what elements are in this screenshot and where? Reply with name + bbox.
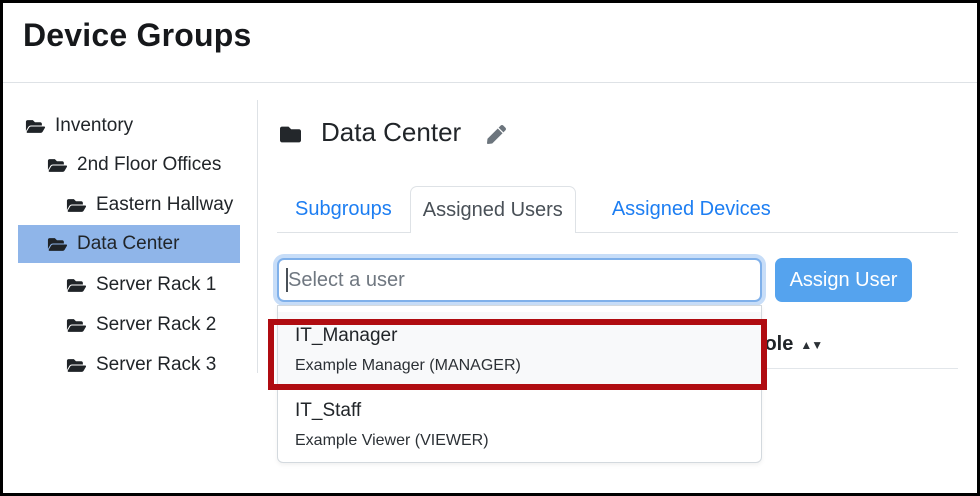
sidebar-item-label: Server Rack 3 (96, 354, 216, 376)
folder-open-icon (25, 118, 46, 135)
group-header: Data Center (278, 117, 506, 148)
folder-open-icon (66, 317, 87, 334)
header-divider (3, 82, 977, 83)
sort-arrows-icon: ▲▼ (800, 338, 822, 352)
tab-assigned-users[interactable]: Assigned Users (410, 186, 576, 233)
folder-icon (278, 124, 303, 145)
assign-user-button[interactable]: Assign User (775, 258, 912, 302)
sidebar-divider (257, 100, 258, 373)
tab-assigned-devices[interactable]: Assigned Devices (594, 186, 789, 232)
dropdown-item-it-manager[interactable]: IT_Manager Example Manager (MANAGER) (278, 312, 761, 387)
sidebar-item-data-center[interactable]: Data Center (18, 225, 240, 263)
sidebar-item-label: Inventory (55, 115, 133, 137)
sidebar-item-2nd-floor-offices[interactable]: 2nd Floor Offices (18, 146, 240, 184)
user-select-input[interactable] (277, 258, 762, 302)
device-groups-window: Device Groups Inventory 2nd Floor Office… (0, 0, 980, 496)
group-title: Data Center (321, 117, 461, 148)
sidebar-item-eastern-hallway[interactable]: Eastern Hallway (18, 186, 240, 224)
sidebar-item-label: Server Rack 2 (96, 314, 216, 336)
folder-open-icon (66, 357, 87, 374)
sidebar-item-server-rack-2[interactable]: Server Rack 2 (18, 306, 240, 344)
sidebar-item-label: Eastern Hallway (96, 194, 233, 216)
text-caret (286, 268, 288, 292)
folder-open-icon (47, 236, 68, 253)
dropdown-item-title: IT_Staff (295, 399, 744, 422)
sidebar-item-label: Server Rack 1 (96, 274, 216, 296)
sidebar-item-inventory[interactable]: Inventory (18, 107, 240, 145)
sidebar-item-server-rack-1[interactable]: Server Rack 1 (18, 266, 240, 304)
dropdown-item-subtitle: Example Viewer (VIEWER) (295, 431, 744, 450)
sidebar-item-label: Data Center (77, 233, 179, 255)
sidebar-item-label: 2nd Floor Offices (77, 154, 221, 176)
sidebar-item-server-rack-3[interactable]: Server Rack 3 (18, 346, 240, 384)
folder-open-icon (66, 277, 87, 294)
user-dropdown: IT_Manager Example Manager (MANAGER) IT_… (277, 305, 762, 463)
folder-open-icon (47, 157, 68, 174)
dropdown-item-title: IT_Manager (295, 324, 744, 347)
page-title: Device Groups (23, 17, 251, 54)
tab-bar: Subgroups Assigned Users Assigned Device… (277, 186, 958, 233)
dropdown-item-it-staff[interactable]: IT_Staff Example Viewer (VIEWER) (278, 387, 761, 462)
dropdown-item-subtitle: Example Manager (MANAGER) (295, 356, 744, 375)
tab-subgroups[interactable]: Subgroups (277, 186, 410, 232)
folder-open-icon (66, 197, 87, 214)
pencil-icon[interactable] (487, 125, 506, 144)
